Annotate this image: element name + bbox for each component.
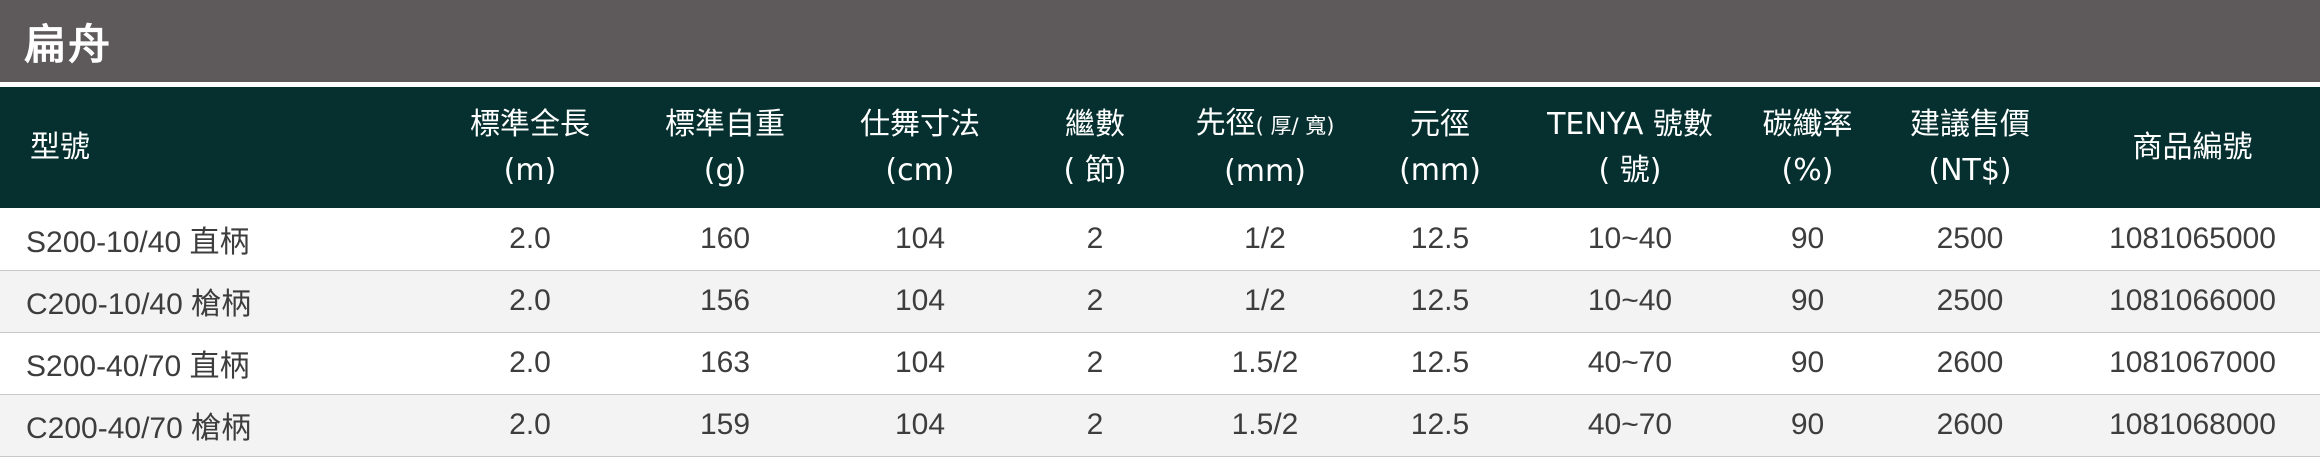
cell-code: 1081065000 (2109, 221, 2276, 255)
cell-closed-length: 104 (894, 346, 946, 379)
cell-weight: 160 (699, 221, 751, 255)
cell-code: 1081066000 (2109, 284, 2276, 317)
cell-price: 2500 (1936, 284, 2004, 317)
cell-sections: 2 (1086, 346, 1104, 379)
cell-price: 2500 (1936, 221, 2004, 255)
cell-price: 2600 (1936, 408, 2004, 441)
cell-tip-diameter: 1/2 (1244, 284, 1286, 317)
cell-tip-diameter: 1.5/2 (1231, 408, 1299, 441)
header-length: 標準全長 (m) (470, 106, 590, 188)
cell-butt-diameter: 12.5 (1410, 408, 1470, 441)
cell-tenya: 10~40 (1587, 221, 1673, 255)
cell-closed-length: 104 (894, 221, 946, 255)
cell-tip-diameter: 1/2 (1244, 221, 1286, 255)
cell-butt-diameter: 12.5 (1410, 346, 1470, 379)
cell-weight: 163 (699, 346, 751, 379)
header-tip-diameter: 先徑( 厚/ 寬) (mm) (1195, 105, 1335, 189)
table-row: S200-40/70 直柄 2.0 163 104 2 1.5/2 12.5 4… (0, 332, 2320, 394)
cell-butt-diameter: 12.5 (1410, 284, 1470, 317)
header-weight: 標準自重 (g) (665, 106, 785, 188)
cell-carbon: 90 (1790, 408, 1825, 441)
cell-length: 2.0 (509, 284, 551, 317)
cell-length: 2.0 (509, 346, 551, 379)
cell-sections: 2 (1086, 408, 1104, 441)
header-sections: 繼數( 節) (1063, 106, 1127, 188)
cell-model: S200-10/40 直柄 (26, 225, 250, 259)
header-model: 型號 (30, 129, 90, 165)
title-bar: 扁舟 (0, 0, 2320, 82)
cell-price: 2600 (1936, 346, 2004, 379)
cell-length: 2.0 (509, 221, 551, 255)
cell-weight: 156 (699, 284, 751, 317)
spec-table: 型號 標準全長 (m) 標準自重 (g) 仕舞寸法 (cm) 繼數( 節) 先徑( 厚… (0, 87, 2320, 457)
cell-sections: 2 (1086, 284, 1104, 317)
table-row: S200-10/40 直柄 2.0 160 104 2 1/2 12.5 10~… (0, 208, 2320, 270)
cell-closed-length: 104 (894, 408, 946, 441)
header-closed-length: 仕舞寸法 (cm) (860, 106, 980, 188)
header-carbon: 碳纖率 (%) (1762, 106, 1853, 188)
cell-weight: 159 (699, 408, 751, 441)
table-row: C200-40/70 槍柄 2.0 159 104 2 1.5/2 12.5 4… (0, 394, 2320, 456)
cell-sections: 2 (1086, 221, 1104, 255)
cell-code: 1081067000 (2109, 346, 2276, 379)
cell-butt-diameter: 12.5 (1410, 221, 1470, 255)
page-title: 扁舟 (24, 19, 113, 69)
cell-tenya: 40~70 (1587, 408, 1673, 441)
cell-tenya: 40~70 (1587, 346, 1673, 379)
header-code: 商品編號 (2132, 129, 2253, 165)
cell-tip-diameter: 1.5/2 (1231, 346, 1299, 379)
header-row: 型號 標準全長 (m) 標準自重 (g) 仕舞寸法 (cm) 繼數( 節) 先徑( 厚… (0, 87, 2320, 208)
cell-model: C200-40/70 槍柄 (26, 412, 252, 445)
cell-carbon: 90 (1790, 346, 1825, 379)
cell-code: 1081068000 (2109, 408, 2276, 441)
cell-carbon: 90 (1790, 284, 1825, 317)
cell-closed-length: 104 (894, 284, 946, 317)
header-butt-diameter: 元徑 (mm) (1399, 106, 1481, 188)
cell-carbon: 90 (1790, 221, 1825, 255)
header-tenya: TENYA 號數( 號) (1547, 106, 1713, 188)
table-row: C200-10/40 槍柄 2.0 156 104 2 1/2 12.5 10~… (0, 270, 2320, 332)
cell-length: 2.0 (509, 408, 551, 441)
cell-model: S200-40/70 直柄 (26, 350, 250, 383)
header-price: 建議售價 (NT$) (1910, 106, 2030, 188)
cell-model: C200-10/40 槍柄 (26, 288, 252, 321)
cell-tenya: 10~40 (1587, 284, 1673, 317)
